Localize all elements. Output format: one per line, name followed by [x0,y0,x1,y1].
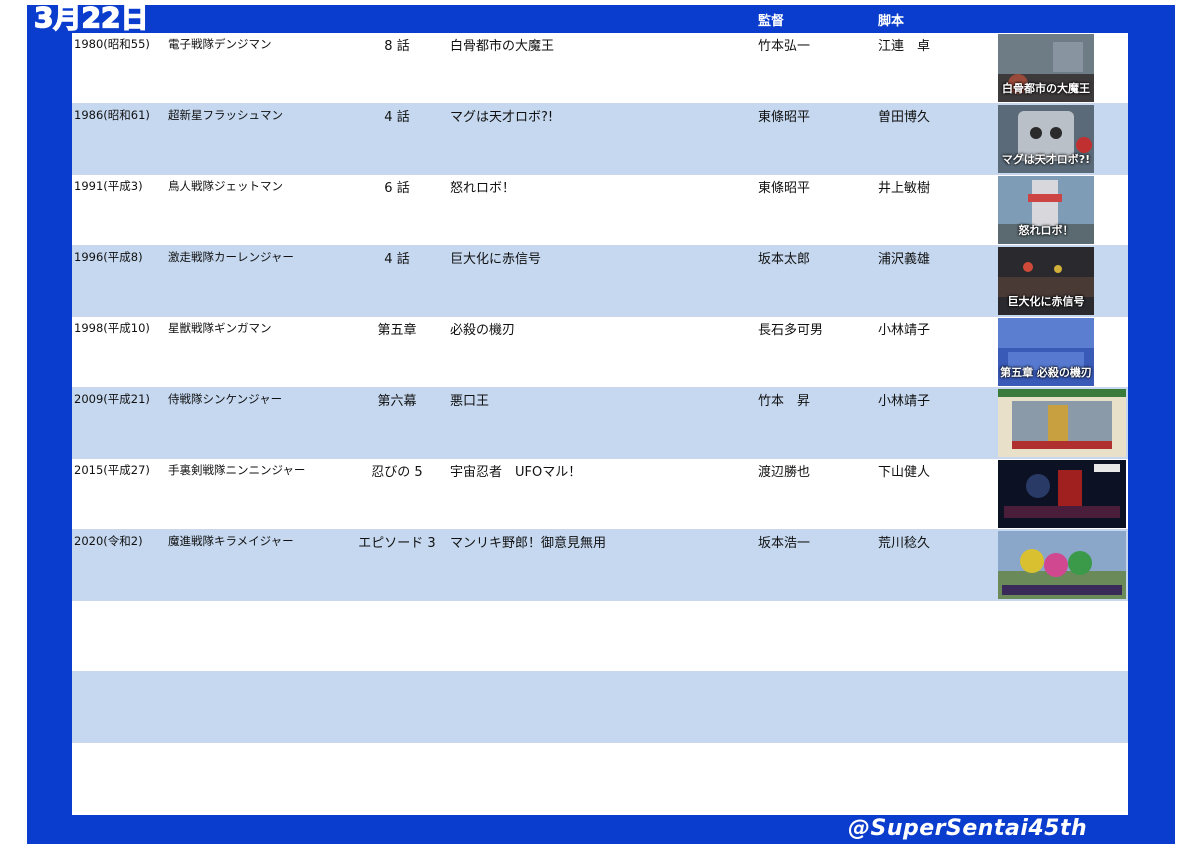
year-cell: 2009(平成21) [74,392,150,406]
title-cell: 怒れロボ！ [450,181,516,196]
title-cell: 白骨都市の大魔王 [450,39,555,54]
episode-cell: 第六幕 [377,394,417,409]
episode-cell: 第五章 [377,323,417,338]
director-cell: 東條昭平 [758,110,811,125]
writer-cell: 小林靖子 [878,394,931,409]
director-cell: 坂本浩一 [758,536,811,551]
episode-thumbnail [998,531,1126,599]
episode-cell: 6 話 [384,181,410,196]
title-cell: マンリキ野郎！御意見無用 [450,536,607,551]
table-row: 1998(平成10) 星獣戦隊ギンガマン 第五章 必殺の機刃 長石多可男 小林靖… [72,317,1128,388]
series-cell: 電子戦隊デンジマン [168,37,272,51]
table-row: 2015(平成27) 手裏剣戦隊ニンニンジャー 忍びの 5 宇宙忍者 UFOマル… [72,459,1128,530]
title-cell: 巨大化に赤信号 [450,252,542,267]
episode-cell: 忍びの 5 [371,465,423,480]
series-cell: 手裏剣戦隊ニンニンジャー [168,463,306,477]
thumbnail-caption: 巨大化に赤信号 [1007,295,1085,308]
writer-cell: 曽田博久 [878,110,931,125]
series-cell: 激走戦隊カーレンジャー [168,250,294,264]
thumbnail-caption: 第五章 必殺の機刃 [1000,366,1092,379]
table-row: 1996(平成8) 激走戦隊カーレンジャー 4 話 巨大化に赤信号 坂本太郎 浦… [72,246,1128,317]
table-row: 1991(平成3) 鳥人戦隊ジェットマン 6 話 怒れロボ！ 東條昭平 井上敏樹… [72,175,1128,246]
series-cell: 超新星フラッシュマン [168,108,283,122]
title-cell: マグは天才ロボ?! [450,110,554,125]
twitter-handle: @SuperSentai45th [848,816,1088,841]
director-cell: 竹本弘一 [758,39,811,54]
series-cell: 侍戦隊シンケンジャー [168,392,283,406]
writer-cell: 荒川稔久 [878,536,931,551]
episode-thumbnail [998,389,1126,457]
title-cell: 宇宙忍者 UFOマル！ [450,465,582,480]
episode-thumbnail [998,460,1126,528]
table-row: 2009(平成21) 侍戦隊シンケンジャー 第六幕 悪口王 竹本 昇 小林靖子 [72,388,1128,459]
episode-cell: 4 話 [384,252,410,267]
page-date: 3月22日 [33,0,149,35]
episode-cell: 8 話 [384,39,410,54]
empty-row [72,672,1128,743]
year-cell: 1986(昭和61) [74,108,150,122]
episode-thumbnail: 巨大化に赤信号 [998,247,1094,315]
table-row: 2020(令和2) 魔進戦隊キラメイジャー エピソード 3 マンリキ野郎！御意見… [72,530,1128,601]
table-row: 1986(昭和61) 超新星フラッシュマン 4 話 マグは天才ロボ?! 東條昭平… [72,104,1128,175]
writer-cell: 井上敏樹 [878,181,931,196]
year-cell: 1998(平成10) [74,321,150,335]
episode-cell: エピソード 3 [358,536,436,551]
director-cell: 坂本太郎 [758,252,811,267]
table-row: 1980(昭和55) 電子戦隊デンジマン 8 話 白骨都市の大魔王 竹本弘一 江… [72,33,1128,104]
series-cell: 星獣戦隊ギンガマン [168,321,272,335]
writer-cell: 江連 卓 [878,39,931,54]
empty-row [72,601,1128,672]
director-cell: 東條昭平 [758,181,811,196]
series-cell: 魔進戦隊キラメイジャー [168,534,294,548]
episode-thumbnail: マグは天才ロボ?! [998,105,1094,173]
episode-thumbnail: 第五章 必殺の機刃 [998,318,1094,386]
year-cell: 1980(昭和55) [74,37,150,51]
episode-thumbnail: 怒れロボ！ [998,176,1094,244]
director-cell: 渡辺勝也 [758,465,811,480]
writer-cell: 下山健人 [878,465,931,480]
thumbnail-caption: マグは天才ロボ?! [1001,153,1091,166]
year-cell: 1996(平成8) [74,250,143,264]
writer-cell: 浦沢義雄 [878,252,931,267]
writer-column-header: 脚本 [878,14,905,29]
episode-thumbnail: 白骨都市の大魔王 [998,34,1094,102]
writer-cell: 小林靖子 [878,323,931,338]
director-cell: 竹本 昇 [758,394,811,409]
episode-cell: 4 話 [384,110,410,125]
thumbnail-caption: 白骨都市の大魔王 [1002,82,1090,95]
director-cell: 長石多可男 [758,323,824,338]
thumbnail-caption: 怒れロボ！ [1018,224,1074,237]
director-column-header: 監督 [758,14,785,29]
year-cell: 2020(令和2) [74,534,143,548]
series-cell: 鳥人戦隊ジェットマン [168,179,283,193]
title-cell: 必殺の機刃 [450,323,516,338]
year-cell: 2015(平成27) [74,463,150,477]
year-cell: 1991(平成3) [74,179,143,193]
empty-row [72,743,1128,814]
title-cell: 悪口王 [450,394,490,409]
